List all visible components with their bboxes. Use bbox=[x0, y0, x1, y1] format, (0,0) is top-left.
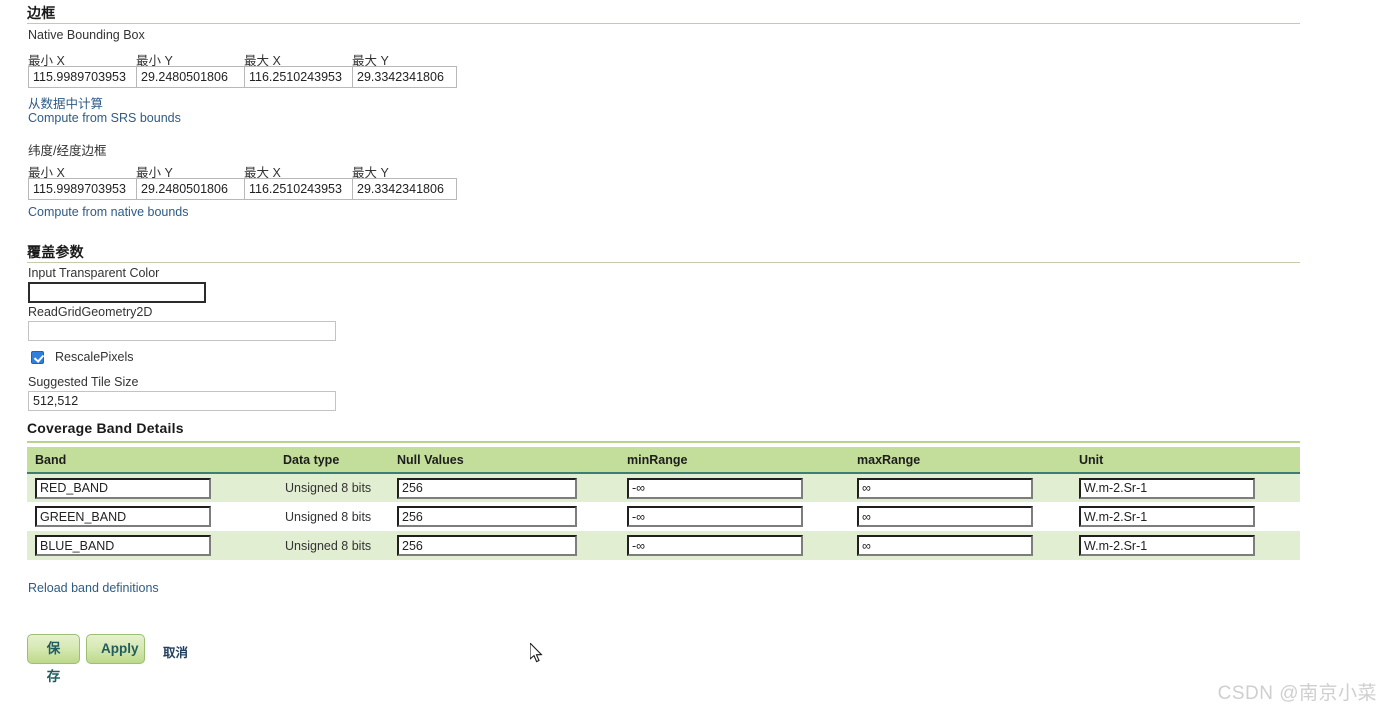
rescale-pixels-checkbox-wrap[interactable]: RescalePixels bbox=[31, 350, 134, 364]
cell-band bbox=[27, 473, 275, 502]
column-header-max-range: maxRange bbox=[849, 447, 1071, 474]
suggested-tile-size-label: Suggested Tile Size bbox=[28, 375, 139, 389]
cell-max-range bbox=[849, 473, 1071, 502]
read-grid-geometry-2d-input[interactable] bbox=[28, 321, 336, 341]
max-range-input[interactable] bbox=[857, 477, 1033, 499]
unit-input[interactable] bbox=[1079, 506, 1255, 527]
max-range-input[interactable] bbox=[857, 506, 1033, 527]
compute-from-data-link[interactable]: 从数据中计算 bbox=[28, 93, 103, 112]
input-transparent-color-input[interactable] bbox=[28, 282, 206, 303]
cell-unit bbox=[1071, 531, 1300, 560]
apply-button[interactable]: Apply bbox=[86, 634, 145, 664]
cell-band bbox=[27, 531, 275, 560]
coverage-band-details-rule bbox=[27, 441, 1300, 443]
coverage-band-details-table: Band Data type Null Values minRange maxR… bbox=[27, 447, 1300, 560]
reload-band-definitions-link[interactable]: Reload band definitions bbox=[28, 581, 159, 595]
column-header-null-values: Null Values bbox=[389, 447, 619, 474]
min-range-input[interactable] bbox=[627, 477, 803, 499]
cell-band bbox=[27, 502, 275, 531]
coverage-band-details-heading: Coverage Band Details bbox=[27, 420, 184, 436]
null-values-input[interactable] bbox=[397, 535, 577, 556]
cell-min-range bbox=[619, 531, 849, 560]
table-row: Unsigned 8 bits bbox=[27, 502, 1300, 531]
band-table-header-row: Band Data type Null Values minRange maxR… bbox=[27, 447, 1300, 474]
native-miny-input[interactable] bbox=[136, 66, 244, 88]
native-bbox-row bbox=[28, 66, 457, 88]
native-maxx-input[interactable] bbox=[244, 66, 352, 88]
column-header-min-range: minRange bbox=[619, 447, 849, 474]
bounding-box-rule bbox=[27, 23, 1300, 24]
cell-unit bbox=[1071, 502, 1300, 531]
cell-null-values bbox=[389, 502, 619, 531]
max-range-input[interactable] bbox=[857, 535, 1033, 556]
native-bounding-box-label: Native Bounding Box bbox=[28, 28, 145, 42]
compute-from-srs-bounds-link[interactable]: Compute from SRS bounds bbox=[28, 111, 181, 125]
coverage-params-heading: 覆盖参数 bbox=[27, 244, 84, 260]
compute-from-native-bounds-link[interactable]: Compute from native bounds bbox=[28, 205, 189, 219]
native-maxy-input[interactable] bbox=[352, 66, 457, 88]
cell-unit bbox=[1071, 473, 1300, 502]
column-header-unit: Unit bbox=[1071, 447, 1300, 474]
unit-input[interactable] bbox=[1079, 535, 1255, 556]
min-range-input[interactable] bbox=[627, 535, 803, 556]
save-button[interactable]: 保存 bbox=[27, 634, 80, 684]
band-name-input[interactable] bbox=[35, 477, 211, 499]
coverage-params-rule bbox=[27, 262, 1300, 263]
rescale-pixels-label: RescalePixels bbox=[55, 350, 134, 364]
band-name-input[interactable] bbox=[35, 506, 211, 527]
read-grid-geometry-2d-label: ReadGridGeometry2D bbox=[28, 305, 153, 319]
cell-null-values bbox=[389, 531, 619, 560]
cell-data-type: Unsigned 8 bits bbox=[275, 473, 389, 502]
geoserver-coverage-edit-page: 边框 Native Bounding Box 最小 X 最小 Y 最大 X 最大… bbox=[0, 0, 1395, 717]
native-bbox-field-labels: 最小 X 最小 Y 最大 X 最大 Y bbox=[28, 50, 478, 68]
suggested-tile-size-input[interactable] bbox=[28, 391, 336, 411]
latlon-bbox-field-labels: 最小 X 最小 Y 最大 X 最大 Y bbox=[28, 162, 478, 180]
latlon-bounding-box-label: 纬度/经度边框 bbox=[28, 144, 107, 158]
cell-max-range bbox=[849, 502, 1071, 531]
latlon-maxx-input[interactable] bbox=[244, 178, 352, 200]
native-minx-input[interactable] bbox=[28, 66, 136, 88]
cell-null-values bbox=[389, 473, 619, 502]
band-name-input[interactable] bbox=[35, 535, 211, 556]
cell-min-range bbox=[619, 473, 849, 502]
cell-max-range bbox=[849, 531, 1071, 560]
cell-min-range bbox=[619, 502, 849, 531]
table-row: Unsigned 8 bits bbox=[27, 531, 1300, 560]
latlon-miny-input[interactable] bbox=[136, 178, 244, 200]
latlon-bbox-row bbox=[28, 178, 457, 200]
input-transparent-color-label: Input Transparent Color bbox=[28, 266, 160, 280]
column-header-data-type: Data type bbox=[275, 447, 389, 474]
latlon-maxy-input[interactable] bbox=[352, 178, 457, 200]
table-row: Unsigned 8 bits bbox=[27, 473, 1300, 502]
unit-input[interactable] bbox=[1079, 477, 1255, 499]
bounding-box-heading: 边框 bbox=[27, 5, 56, 21]
min-range-input[interactable] bbox=[627, 506, 803, 527]
mouse-cursor-icon bbox=[530, 643, 543, 663]
rescale-pixels-checkbox[interactable] bbox=[31, 350, 44, 364]
cell-data-type: Unsigned 8 bits bbox=[275, 502, 389, 531]
column-header-band: Band bbox=[27, 447, 275, 474]
cancel-link[interactable]: 取消 bbox=[163, 642, 188, 661]
null-values-input[interactable] bbox=[397, 477, 577, 499]
latlon-minx-input[interactable] bbox=[28, 178, 136, 200]
csdn-watermark: CSDN @南京小菜 bbox=[1217, 683, 1377, 704]
cell-data-type: Unsigned 8 bits bbox=[275, 531, 389, 560]
null-values-input[interactable] bbox=[397, 506, 577, 527]
